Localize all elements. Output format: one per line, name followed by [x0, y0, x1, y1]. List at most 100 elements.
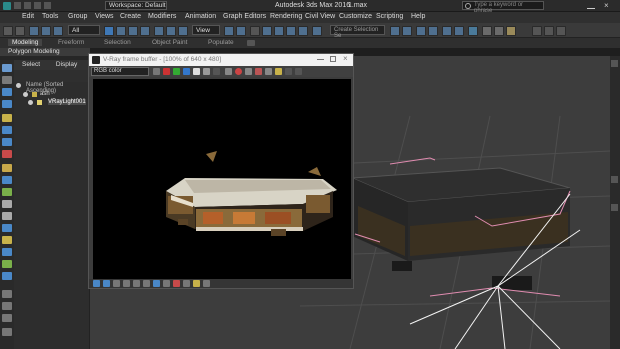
history-icon[interactable]: [295, 68, 302, 75]
material-editor-icon[interactable]: [468, 26, 478, 36]
save-image-icon[interactable]: [153, 68, 160, 75]
filter-icon[interactable]: [2, 76, 12, 84]
redo-icon[interactable]: [15, 26, 25, 36]
window-crossing-icon[interactable]: [140, 26, 150, 36]
mirror-icon[interactable]: [390, 26, 400, 36]
select-by-name-icon[interactable]: [116, 26, 126, 36]
status-icon[interactable]: [193, 280, 200, 287]
freeze-icon[interactable]: [2, 224, 12, 232]
menu-item-graph-editors[interactable]: Graph Editors: [223, 13, 266, 20]
isolate-icon[interactable]: [2, 236, 12, 244]
scale-icon[interactable]: [178, 26, 188, 36]
geometry-icon[interactable]: [2, 176, 12, 184]
list-item[interactable]: VRayLight001: [14, 99, 89, 107]
polygon-modeling-panel[interactable]: Polygon Modeling: [0, 48, 90, 56]
selection-filter-dropdown[interactable]: All: [68, 25, 100, 35]
unlink-icon[interactable]: [41, 26, 51, 36]
layer-icon[interactable]: [2, 260, 12, 268]
interactive-render-icon[interactable]: [285, 68, 292, 75]
misc-icon[interactable]: [2, 328, 12, 336]
status-icon[interactable]: [163, 280, 170, 287]
clear-image-icon[interactable]: [213, 68, 220, 75]
named-selection-dropdown[interactable]: Create Selection Se: [330, 25, 385, 39]
status-icon[interactable]: [153, 280, 160, 287]
spinner-snap-icon[interactable]: [298, 26, 308, 36]
select-object-icon[interactable]: [104, 26, 114, 36]
coord-system-dropdown[interactable]: View: [192, 25, 220, 35]
create-icon[interactable]: [2, 64, 12, 72]
color-correction-icon[interactable]: [275, 68, 282, 75]
helpers-icon[interactable]: [2, 138, 12, 146]
select-manipulate-icon[interactable]: [236, 26, 246, 36]
menu-item-group[interactable]: Group: [68, 13, 87, 20]
particle-icon[interactable]: [2, 302, 12, 310]
container-icon[interactable]: [2, 248, 12, 256]
tab-modeling[interactable]: Modeling: [8, 39, 43, 46]
minimize-button[interactable]: [587, 3, 595, 9]
camera-icon[interactable]: [2, 126, 12, 134]
green-channel-icon[interactable]: [173, 68, 180, 75]
tab-freeform[interactable]: Freeform: [58, 39, 84, 46]
render-last-icon[interactable]: [255, 68, 262, 75]
app-logo-icon[interactable]: [3, 2, 11, 10]
toggle-ribbon-icon[interactable]: [428, 26, 438, 36]
status-icon[interactable]: [143, 280, 150, 287]
status-icon[interactable]: [103, 280, 110, 287]
menu-item-scripting[interactable]: Scripting: [376, 13, 403, 20]
bind-space-warp-icon[interactable]: [53, 26, 63, 36]
link-icon[interactable]: [29, 26, 39, 36]
undo-icon[interactable]: [3, 26, 13, 36]
menu-item-create[interactable]: Create: [120, 13, 141, 20]
render-production-icon[interactable]: [506, 26, 516, 36]
rotate-icon[interactable]: [166, 26, 176, 36]
menu-item-tools[interactable]: Tools: [42, 13, 58, 20]
column-header[interactable]: Name (Sorted Ascending): [14, 82, 89, 94]
edit-named-selection-icon[interactable]: [312, 26, 322, 36]
percent-snap-icon[interactable]: [286, 26, 296, 36]
schematic-view-icon[interactable]: [454, 26, 464, 36]
search-field[interactable]: Type a keyword or phrase: [462, 1, 544, 14]
status-icon[interactable]: [173, 280, 180, 287]
xref-icon[interactable]: [2, 314, 12, 322]
hierarchy-icon[interactable]: [2, 100, 12, 108]
pivot-center-icon[interactable]: [224, 26, 234, 36]
align-icon[interactable]: [402, 26, 412, 36]
world-icon[interactable]: [2, 272, 12, 280]
close-button[interactable]: ×: [604, 1, 609, 10]
menu-item-civil-view[interactable]: Civil View: [305, 13, 335, 20]
status-icon[interactable]: [123, 280, 130, 287]
vray-toolbar-icon-2[interactable]: [544, 26, 554, 36]
panel-icon[interactable]: [611, 204, 618, 211]
render-setup-icon[interactable]: [482, 26, 492, 36]
bone-icon[interactable]: [2, 290, 12, 298]
menu-item-customize[interactable]: Customize: [339, 13, 372, 20]
vfb-close-button[interactable]: ×: [343, 54, 348, 63]
workspace-dropdown[interactable]: Workspace: Default: [105, 1, 167, 10]
stop-render-icon[interactable]: [265, 68, 272, 75]
alpha-channel-icon[interactable]: [193, 68, 200, 75]
rendered-frame-window-icon[interactable]: [494, 26, 504, 36]
region-render-icon[interactable]: [225, 68, 232, 75]
layer-manager-icon[interactable]: [416, 26, 426, 36]
tab-selection[interactable]: Selection: [104, 39, 131, 46]
menu-item-animation[interactable]: Animation: [185, 13, 216, 20]
track-mouse-icon[interactable]: [235, 68, 242, 75]
list-item[interactable]: ash: [14, 91, 89, 99]
tab-select[interactable]: Select: [22, 61, 40, 68]
keyboard-shortcut-icon[interactable]: [250, 26, 260, 36]
vray-toolbar-icon-1[interactable]: [532, 26, 542, 36]
menu-item-help[interactable]: Help: [411, 13, 425, 20]
menu-item-edit[interactable]: Edit: [22, 13, 34, 20]
vfb-minimize-button[interactable]: [317, 59, 324, 60]
blue-channel-icon[interactable]: [183, 68, 190, 75]
tab-object-paint[interactable]: Object Paint: [152, 39, 187, 46]
red-channel-icon[interactable]: [163, 68, 170, 75]
move-icon[interactable]: [154, 26, 164, 36]
panel-icon[interactable]: [611, 60, 618, 67]
angle-snap-icon[interactable]: [274, 26, 284, 36]
curve-editor-icon[interactable]: [442, 26, 452, 36]
link-to-render-icon[interactable]: [245, 68, 252, 75]
channel-dropdown[interactable]: RGB color: [91, 67, 149, 76]
status-icon[interactable]: [113, 280, 120, 287]
shapes-icon[interactable]: [2, 164, 12, 172]
